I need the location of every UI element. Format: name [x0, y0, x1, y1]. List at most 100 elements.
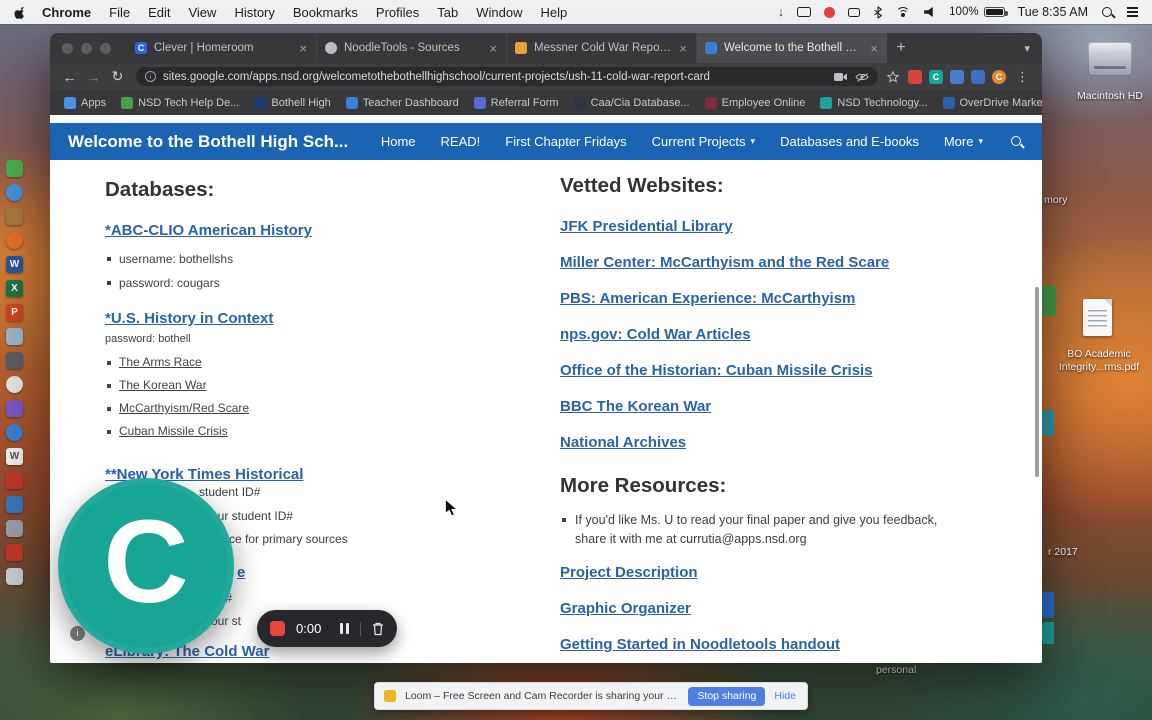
bookmark-item[interactable]: Teacher Dashboard — [345, 96, 459, 109]
desktop-icon-partial[interactable] — [1042, 592, 1054, 618]
dock-app-icon[interactable] — [6, 400, 23, 417]
link-us-history-in-context[interactable]: *U.S. History in Context — [105, 309, 505, 329]
dock-app-icon[interactable] — [6, 544, 23, 561]
url-text[interactable]: sites.google.com/apps.nsd.org/welcometot… — [163, 71, 827, 83]
menubar-item[interactable]: View — [179, 5, 225, 20]
notification-center-icon[interactable] — [1127, 7, 1138, 17]
dock-app-icon[interactable] — [6, 160, 23, 177]
bookmark-item[interactable]: Referral Form — [473, 96, 559, 109]
site-search-icon[interactable] — [1010, 135, 1024, 149]
dock-app-icon[interactable] — [6, 232, 23, 249]
clever-extension-icon[interactable]: C — [929, 69, 943, 84]
site-title[interactable]: Welcome to the Bothell High Sch... — [68, 132, 348, 152]
page-scrollbar[interactable] — [1035, 287, 1039, 477]
desktop-icon-partial[interactable] — [1042, 410, 1054, 436]
bookmark-item[interactable]: Bothell High — [254, 96, 331, 109]
macintosh-hd-icon[interactable] — [1088, 42, 1132, 76]
dock-app-icon[interactable] — [6, 208, 23, 225]
spotlight-icon[interactable] — [1101, 6, 1114, 19]
window-zoom-button[interactable] — [100, 42, 111, 54]
dock-app-icon[interactable] — [6, 328, 23, 345]
dock-app-icon[interactable]: W — [6, 256, 23, 273]
tab-messner-report-card[interactable]: Messner Cold War Report Card × — [507, 33, 697, 63]
menubar-item[interactable]: Edit — [139, 5, 179, 20]
bookmark-item[interactable]: OverDrive Market... — [942, 96, 1042, 109]
dock-app-icon[interactable]: W — [6, 448, 23, 465]
resource-link[interactable]: Getting Started in Noodletools handout — [560, 635, 840, 655]
dock-app-icon[interactable] — [6, 376, 23, 393]
record-stop-button[interactable] — [270, 621, 285, 636]
topic-link[interactable]: McCarthyism/Red Scare — [119, 401, 249, 415]
menubar-item[interactable]: Chrome — [33, 5, 100, 20]
menubar-item[interactable]: Help — [532, 5, 577, 20]
puzzle-extension-icon[interactable] — [950, 69, 964, 84]
vetted-link[interactable]: PBS: American Experience: McCarthyism — [560, 289, 855, 309]
tab-close-icon[interactable]: × — [869, 41, 879, 56]
battery-indicator[interactable]: 100% — [949, 6, 1008, 18]
window-close-button[interactable] — [62, 42, 73, 54]
back-button[interactable]: ← — [60, 69, 79, 85]
tab-close-icon[interactable]: × — [488, 41, 498, 56]
nav-read[interactable]: READ! — [441, 134, 481, 149]
dock-app-icon[interactable]: P — [6, 304, 23, 321]
wifi-icon[interactable] — [896, 6, 911, 18]
info-icon[interactable]: i — [70, 626, 85, 641]
dock-app-icon[interactable] — [6, 184, 23, 201]
forward-button[interactable]: → — [84, 69, 103, 85]
pdf-document-icon[interactable] — [1083, 299, 1112, 336]
vetted-link[interactable]: Miller Center: McCarthyism and the Red S… — [560, 253, 889, 273]
reload-button[interactable]: ↻ — [108, 68, 127, 85]
topic-link[interactable]: Cuban Missile Crisis — [119, 424, 228, 438]
dock-app-icon[interactable] — [6, 472, 23, 489]
bookmark-star-icon[interactable] — [887, 70, 899, 83]
apple-logo-icon[interactable] — [14, 5, 27, 20]
tab-noodletools[interactable]: NoodleTools - Sources × — [317, 33, 507, 63]
recording-indicator-icon[interactable] — [824, 6, 836, 18]
menubar-item[interactable]: Window — [467, 5, 531, 20]
nav-home[interactable]: Home — [381, 134, 416, 149]
bookmark-item[interactable]: Employee Online — [704, 96, 805, 109]
dock-app-icon[interactable] — [6, 352, 23, 369]
menubar-item[interactable]: Profiles — [367, 5, 428, 20]
menubar-clock[interactable]: Tue 8:35 AM — [1018, 5, 1088, 19]
new-tab-button[interactable]: + — [887, 39, 915, 57]
tab-close-icon[interactable]: × — [678, 41, 688, 56]
topic-link[interactable]: The Korean War — [119, 378, 207, 392]
desktop-icon-partial[interactable] — [1042, 622, 1054, 644]
camera-icon[interactable] — [834, 72, 848, 82]
tab-bothell-high-active[interactable]: Welcome to the Bothell High S × — [697, 33, 887, 63]
download-icon[interactable]: ↓ — [778, 6, 784, 18]
hide-banner-link[interactable]: Hide — [774, 690, 798, 702]
extension-icon[interactable] — [908, 69, 922, 84]
tab-clever-homeroom[interactable]: C Clever | Homeroom × — [127, 33, 317, 63]
link-abc-clio[interactable]: *ABC-CLIO American History — [105, 221, 505, 241]
nav-databases-ebooks[interactable]: Databases and E-books — [780, 134, 919, 149]
tab-close-icon[interactable]: × — [298, 41, 308, 56]
vetted-link[interactable]: National Archives — [560, 433, 686, 453]
topic-link[interactable]: The Arms Race — [119, 355, 202, 369]
menubar-item[interactable]: File — [100, 5, 139, 20]
vetted-link[interactable]: JFK Presidential Library — [560, 217, 733, 237]
dock-app-icon[interactable] — [6, 424, 23, 441]
vetted-link[interactable]: BBC The Korean War — [560, 397, 711, 417]
extension-icon[interactable]: C — [992, 69, 1006, 84]
nav-first-chapter-fridays[interactable]: First Chapter Fridays — [505, 134, 626, 149]
extension-icon[interactable] — [971, 69, 985, 84]
display-icon[interactable] — [848, 7, 861, 17]
nav-current-projects[interactable]: Current Projects ▾ — [652, 134, 755, 149]
vetted-link[interactable]: Office of the Historian: Cuban Missile C… — [560, 361, 873, 381]
bookmark-item[interactable]: NSD Technology... — [820, 96, 928, 109]
menubar-item[interactable]: History — [225, 5, 283, 20]
trash-button[interactable] — [372, 622, 384, 636]
bookmark-item[interactable]: Caa/Cia Database... — [573, 96, 690, 109]
dock-app-icon[interactable]: X — [6, 280, 23, 297]
dock-app-icon[interactable] — [6, 520, 23, 537]
browser-menu-icon[interactable]: ⋮ — [1013, 69, 1032, 85]
dock-app-icon[interactable] — [6, 568, 23, 585]
resource-link[interactable]: Graphic Organizer — [560, 599, 691, 619]
menubar-item[interactable]: Tab — [428, 5, 467, 20]
dock-app-icon[interactable] — [6, 496, 23, 513]
bookmark-item[interactable]: Apps — [64, 96, 106, 109]
bluetooth-icon[interactable] — [873, 5, 883, 19]
desktop-icon-partial[interactable] — [1042, 286, 1056, 316]
